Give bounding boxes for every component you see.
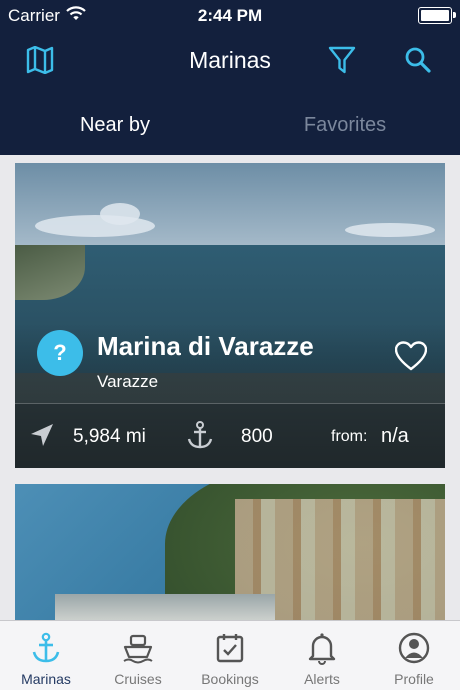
status-bar: Carrier 2:44 PM [0, 0, 460, 32]
tab-label: Bookings [201, 671, 259, 687]
marina-card[interactable] [15, 484, 445, 624]
cloud-shape [345, 223, 435, 237]
tab-label: Marinas [21, 671, 71, 687]
segmented-control: Near by Favorites [0, 95, 460, 155]
price-value: n/a [381, 425, 409, 447]
berths-count: 800 [241, 426, 273, 447]
tab-marinas[interactable]: Marinas [0, 621, 92, 690]
tab-favorites[interactable]: Favorites [230, 95, 460, 155]
cloud-shape [100, 203, 140, 225]
marina-card[interactable]: ? Marina di Varazze Varazze 5,984 mi 800… [15, 163, 445, 468]
marina-stats-bar: 5,984 mi 800 from: n/a [15, 403, 445, 468]
marina-name: Marina di Varazze [97, 331, 314, 361]
calendar-icon [213, 631, 247, 668]
clock: 2:44 PM [197, 6, 263, 25]
app-header: Carrier 2:44 PM Marinas Near by Favorite… [0, 0, 460, 155]
distance-value: 5,984 mi [73, 426, 146, 447]
tab-cruises[interactable]: Cruises [92, 621, 184, 690]
filter-icon[interactable] [324, 42, 360, 78]
tab-label: Cruises [114, 671, 162, 687]
unknown-status-badge[interactable]: ? [37, 330, 83, 376]
anchor-icon [185, 420, 215, 456]
tab-label: Alerts [304, 671, 340, 687]
ship-icon [121, 631, 155, 668]
anchor-icon [29, 631, 63, 668]
page-title: Marinas [189, 47, 271, 73]
profile-icon [397, 631, 431, 668]
tab-label: Profile [394, 671, 434, 687]
battery-icon [418, 7, 456, 24]
price-label: from: [331, 428, 368, 445]
tab-profile[interactable]: Profile [368, 621, 460, 690]
tab-bookings[interactable]: Bookings [184, 621, 276, 690]
tab-bar: Marinas Cruises Bookings Alerts Profile [0, 620, 460, 690]
card-photo-sky [15, 163, 445, 251]
nav-bar: Marinas [0, 36, 460, 84]
bell-icon [305, 631, 339, 668]
tab-alerts[interactable]: Alerts [276, 621, 368, 690]
tab-near-by[interactable]: Near by [0, 95, 230, 155]
marina-town: Varazze [97, 372, 159, 391]
search-icon[interactable] [400, 42, 436, 78]
heart-icon[interactable] [394, 341, 428, 371]
location-arrow-icon [29, 422, 55, 454]
